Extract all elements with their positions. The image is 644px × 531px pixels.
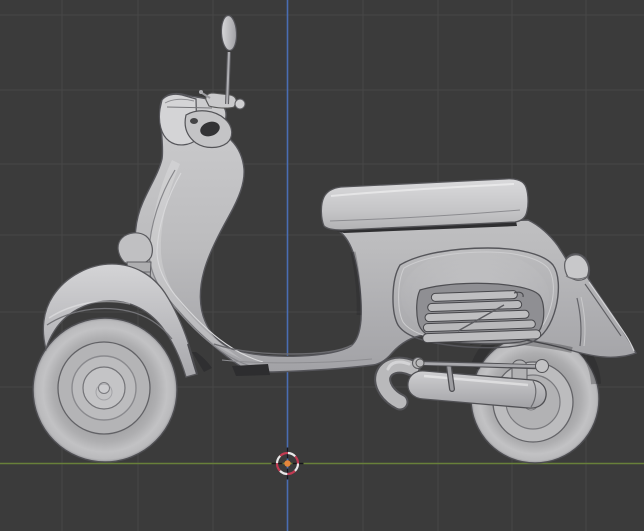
- center-stand-foot: [232, 364, 270, 376]
- viewport-canvas[interactable]: [0, 0, 644, 531]
- origin-dot: [284, 460, 291, 467]
- grip-end-ball: [234, 98, 246, 110]
- seat[interactable]: [320, 178, 529, 233]
- exhaust-muffler[interactable]: [374, 356, 549, 411]
- suspension-knuckle: [117, 232, 153, 266]
- front-wheel[interactable]: [32, 317, 178, 463]
- viewport-3d[interactable]: [0, 0, 644, 531]
- cooling-vents: [416, 282, 545, 345]
- handlebar-grip: [205, 92, 237, 109]
